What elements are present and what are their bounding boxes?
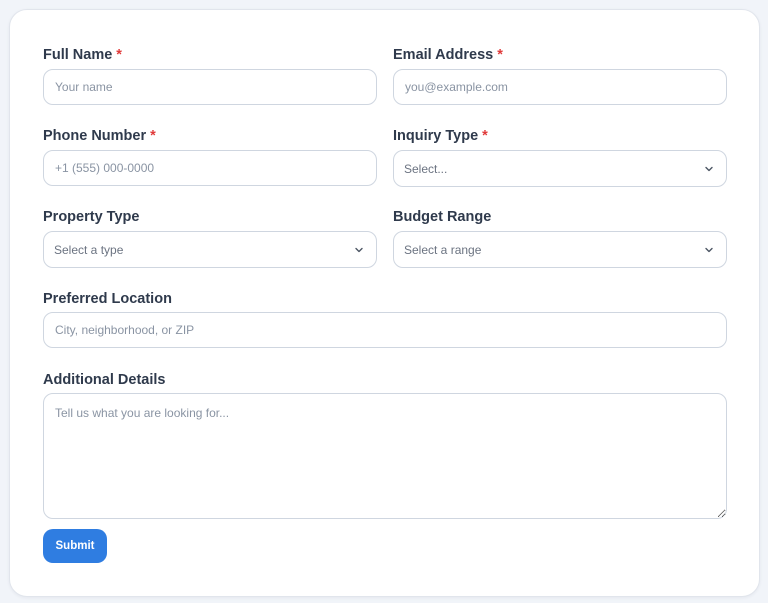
inquiry-type-field: Inquiry Type * Select... bbox=[393, 127, 727, 188]
budget-range-label: Budget Range bbox=[393, 209, 492, 225]
required-mark: * bbox=[497, 47, 503, 63]
chevron-down-icon bbox=[353, 244, 365, 256]
inquiry-type-label: Inquiry Type * bbox=[393, 128, 488, 144]
chevron-down-icon bbox=[703, 244, 715, 256]
email-field: Email Address * bbox=[393, 46, 727, 106]
property-type-selected: Select a type bbox=[54, 242, 124, 257]
location-field: Preferred Location bbox=[43, 290, 727, 350]
inquiry-form-card: Full Name* Email Address* Phone Number* … bbox=[9, 9, 760, 597]
phone-label: Phone Number * bbox=[43, 128, 156, 144]
inquiry-type-select[interactable]: Select... bbox=[393, 150, 727, 187]
required-mark: * bbox=[150, 128, 156, 144]
chevron-down-icon bbox=[703, 163, 715, 175]
full-name-field: Full Name * bbox=[43, 46, 377, 106]
full-name-input[interactable] bbox=[43, 69, 377, 105]
property-type-label: Property Type bbox=[43, 209, 140, 225]
full-name-label: Full Name * bbox=[43, 47, 122, 63]
email-input[interactable] bbox=[393, 69, 727, 105]
budget-range-selected: Select a range bbox=[404, 242, 482, 257]
property-type-field: Property Type Select a type bbox=[43, 208, 377, 269]
phone-field: Phone Number * bbox=[43, 127, 377, 187]
required-mark: * bbox=[116, 47, 122, 63]
location-label: Preferred Location bbox=[43, 291, 172, 307]
phone-input[interactable] bbox=[43, 150, 377, 186]
inquiry-type-selected: Select... bbox=[404, 161, 448, 176]
budget-range-field: Budget Range Select a range bbox=[393, 208, 727, 269]
email-label: Email Address * bbox=[393, 47, 503, 63]
required-mark: * bbox=[482, 128, 488, 144]
location-input[interactable] bbox=[43, 312, 727, 348]
details-field: Additional Details bbox=[43, 371, 727, 521]
budget-range-select[interactable]: Select a range bbox=[393, 231, 727, 268]
details-label: Additional Details bbox=[43, 372, 166, 388]
details-textarea[interactable] bbox=[43, 393, 727, 519]
property-type-select[interactable]: Select a type bbox=[43, 231, 377, 268]
submit-button[interactable]: Submit bbox=[43, 529, 107, 563]
